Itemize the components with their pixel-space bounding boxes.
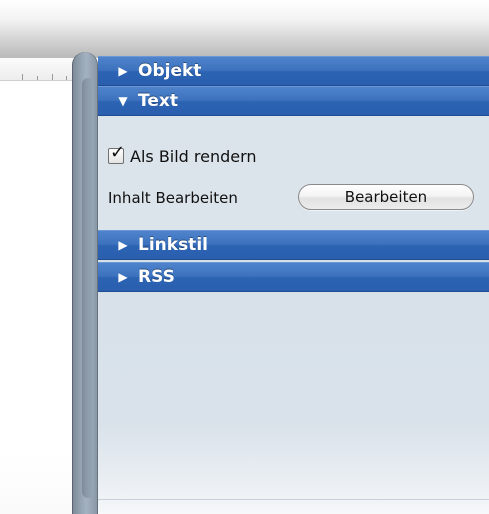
inspector-panel: ▶ Objekt ▼ Text ✓ Als Bild rendern Inhal… <box>98 56 489 514</box>
section-header-linkstil[interactable]: ▶ Linkstil <box>98 230 489 260</box>
render-as-image-label: Als Bild rendern <box>130 146 257 166</box>
section-header-rss[interactable]: ▶ RSS <box>98 262 489 292</box>
section-title-linkstil: Linkstil <box>138 235 208 255</box>
ruler-tick <box>37 76 38 80</box>
window-titlebar <box>0 0 489 58</box>
section-title-objekt: Objekt <box>138 61 202 81</box>
app-window: ▶ Objekt ▼ Text ✓ Als Bild rendern Inhal… <box>0 0 489 514</box>
ruler-tick <box>66 76 67 80</box>
checkmark-icon: ✓ <box>110 142 126 163</box>
edit-content-label: Inhalt Bearbeiten <box>108 189 238 207</box>
render-as-image-checkbox[interactable]: ✓ <box>108 143 125 164</box>
section-title-text: Text <box>138 91 178 111</box>
section-title-rss: RSS <box>138 267 175 287</box>
vertical-scrollbar[interactable] <box>82 78 94 498</box>
section-header-objekt[interactable]: ▶ Objekt <box>98 56 489 86</box>
ruler-tick <box>52 74 53 80</box>
section-header-text[interactable]: ▼ Text <box>98 86 489 116</box>
disclosure-right-icon[interactable]: ▶ <box>116 270 130 284</box>
document-canvas <box>0 58 76 514</box>
disclosure-down-icon[interactable]: ▼ <box>116 94 130 108</box>
panel-divider-line <box>98 499 489 500</box>
horizontal-ruler <box>0 58 78 81</box>
edit-content-row: Inhalt Bearbeiten Bearbeiten <box>108 184 488 214</box>
disclosure-right-icon[interactable]: ▶ <box>116 238 130 252</box>
disclosure-right-icon[interactable]: ▶ <box>116 64 130 78</box>
render-as-image-option[interactable]: ✓ Als Bild rendern <box>108 143 257 168</box>
ruler-tick <box>22 74 23 80</box>
edit-button[interactable]: Bearbeiten <box>298 184 474 210</box>
